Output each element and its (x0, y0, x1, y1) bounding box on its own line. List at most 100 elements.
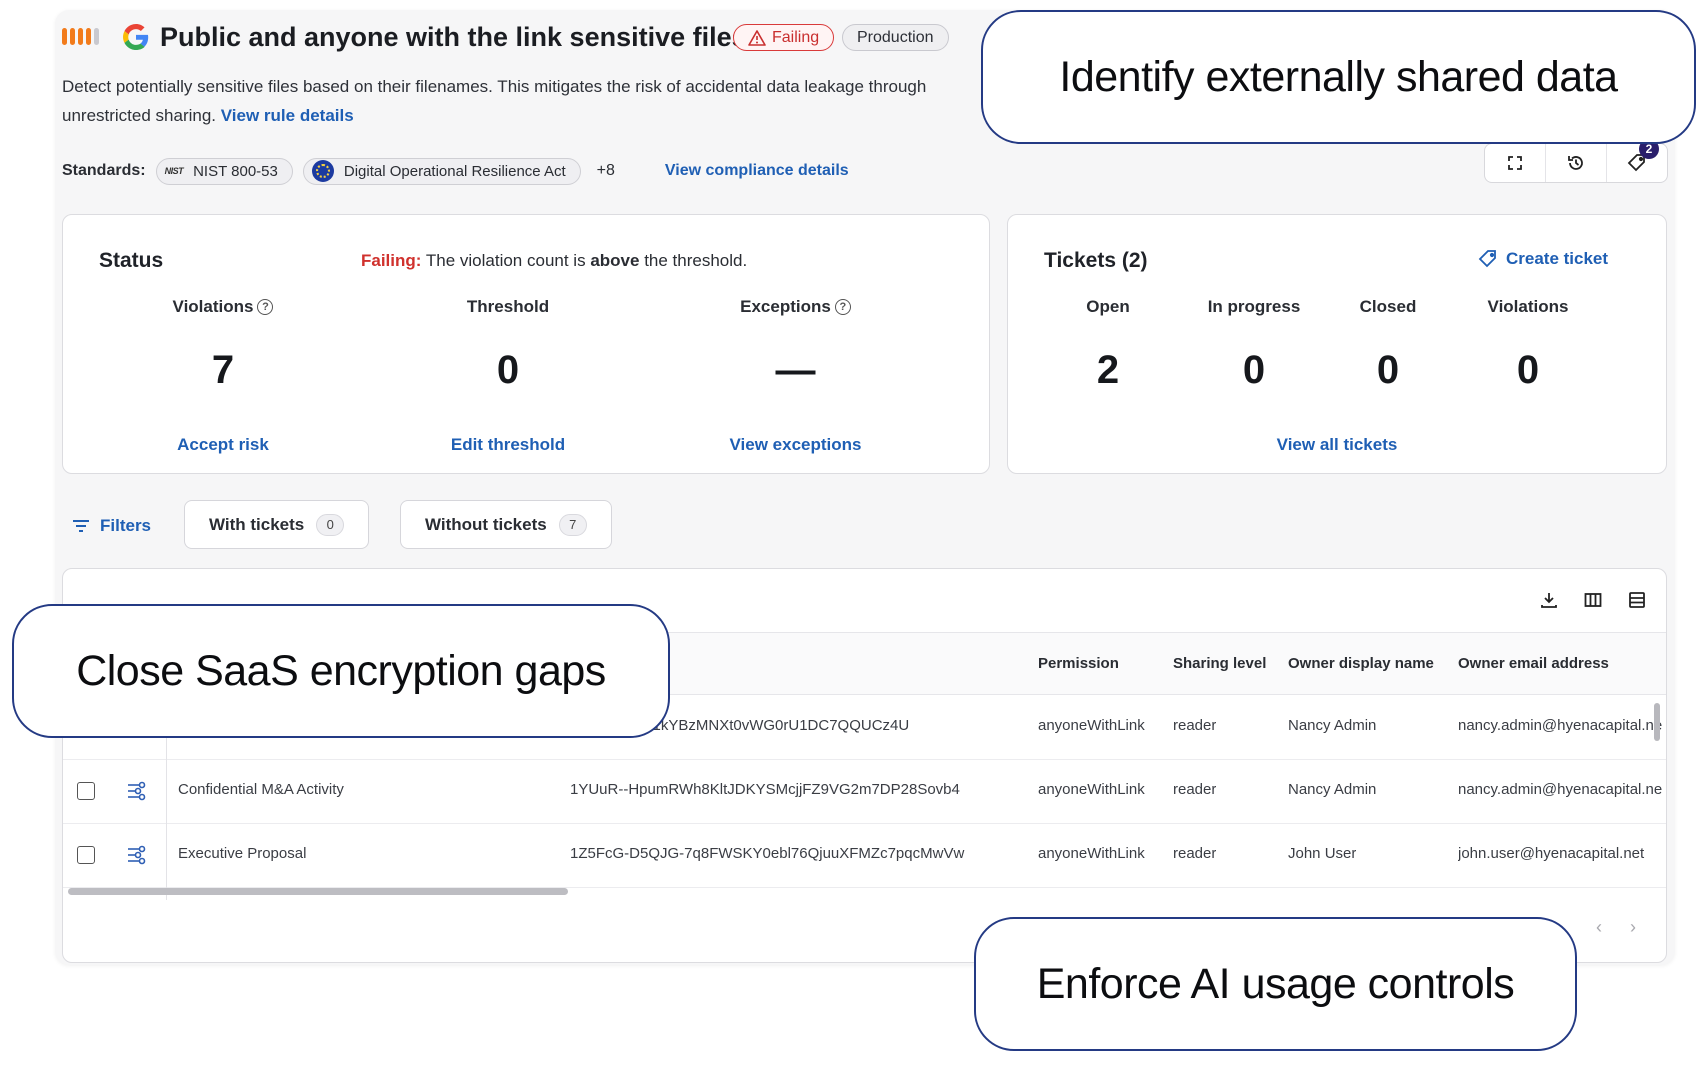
metric-value: 0 (1242, 348, 1266, 392)
callout-encryption-gaps: Close SaaS encryption gaps (12, 604, 670, 738)
status-message-bold: above (590, 251, 640, 270)
file-name: Executive Proposal (178, 845, 307, 862)
environment-badge: Production (842, 24, 949, 51)
edit-threshold-link[interactable]: Edit threshold (428, 435, 588, 455)
count-badge: 7 (558, 513, 587, 536)
permission: anyoneWithLink (1038, 717, 1145, 734)
file-id: 1YUuR--HpumRWh8KltJDKYSMcjjFZ9VG2m7DP28S… (570, 781, 960, 798)
metric-label: In progress (1207, 297, 1301, 316)
owner-name: Nancy Admin (1288, 717, 1377, 734)
history-button[interactable] (1546, 144, 1607, 182)
status-failing-label: Failing: (361, 251, 422, 270)
file-name: Confidential M&A Activity (178, 781, 344, 798)
view-rule-details-link[interactable]: View rule details (221, 106, 354, 125)
tags-button[interactable]: 2 (1607, 139, 1667, 182)
column-header[interactable]: Permission (1038, 655, 1119, 672)
filter-label: Without tickets (425, 514, 547, 534)
sharing-level: reader (1173, 717, 1217, 734)
google-icon (123, 24, 149, 50)
failing-badge: Failing (733, 24, 835, 51)
metric-label: Open (1086, 297, 1130, 316)
standard-name: NIST 800-53 (193, 162, 278, 180)
table-row[interactable]: Executive Proposal 1Z5FcG-D5QJG-7q8FWSKY… (63, 824, 1666, 888)
standard-name: Digital Operational Resilience Act (343, 162, 566, 180)
standard-chip-nist[interactable]: NIST NIST 800-53 (155, 157, 293, 185)
sharing-level: reader (1173, 781, 1217, 798)
table-toolbar (1540, 591, 1646, 609)
view-compliance-details-link[interactable]: View compliance details (665, 162, 849, 180)
help-icon[interactable]: ? (257, 299, 274, 315)
permission: anyoneWithLink (1038, 845, 1145, 862)
standards-label: Standards: (62, 162, 146, 179)
metric-violations: Violations? 7 Accept risk (143, 215, 303, 475)
owner-name: John User (1288, 845, 1357, 862)
expand-icon (1508, 156, 1522, 170)
permission: anyoneWithLink (1038, 781, 1145, 798)
view-exceptions-link[interactable]: View exceptions (713, 435, 878, 455)
header-toolbar: 2 (1484, 139, 1668, 183)
with-tickets-filter[interactable]: With tickets 0 (184, 500, 370, 549)
filters-label: Filters (100, 516, 152, 535)
metric-label: Violations (1487, 297, 1569, 316)
owner-email: nancy.admin@hyenacapital.ne (1458, 781, 1663, 798)
rule-description: Detect potentially sensitive files based… (62, 72, 942, 130)
previous-page-icon[interactable]: ‹ (1596, 917, 1602, 938)
rule-title: Public and anyone with the link sensitiv… (160, 22, 747, 52)
failing-label: Failing (772, 28, 820, 46)
accept-risk-link[interactable]: Accept risk (143, 435, 303, 455)
file-id: 1Z5FcG-D5QJG-7q8FWSKY0ebl76QjuuXFMZc7pqc… (570, 845, 965, 862)
view-all-tickets-link[interactable]: View all tickets (1008, 435, 1666, 455)
owner-email: john.user@hyenacapital.net (1458, 845, 1645, 862)
metric-label: Closed (1359, 297, 1417, 316)
metric-value: 2 (1096, 348, 1120, 392)
metric-value: 7 (211, 348, 235, 392)
history-icon (1568, 156, 1583, 170)
metric-exceptions: Exceptions? — View exceptions (713, 215, 878, 475)
status-panel: Status Failing: The violation count is a… (62, 214, 990, 474)
help-icon[interactable]: ? (834, 299, 851, 315)
filter-icon (73, 520, 89, 532)
metric-value: — (775, 348, 816, 392)
density-icon[interactable] (1628, 591, 1646, 609)
metric-value: 0 (1376, 348, 1400, 392)
count-badge: 0 (316, 513, 345, 536)
column-header[interactable]: Sharing level (1173, 655, 1266, 672)
columns-icon[interactable] (1584, 591, 1602, 609)
severity-indicator (62, 28, 99, 45)
download-icon[interactable] (1540, 591, 1558, 609)
without-tickets-filter[interactable]: Without tickets 7 (400, 500, 612, 549)
metric-value: 0 (496, 348, 520, 392)
owner-name: Nancy Admin (1288, 781, 1377, 798)
metric-label: Exceptions? (713, 297, 878, 317)
row-checkbox[interactable] (77, 782, 95, 800)
tickets-panel: Tickets (2) Create ticket Open 2 In prog… (1007, 214, 1667, 474)
owner-email: nancy.admin@hyenacapital.ne (1458, 717, 1663, 734)
metric-value: 0 (1516, 348, 1540, 392)
description-text: Detect potentially sensitive files based… (62, 77, 927, 125)
fullscreen-button[interactable] (1485, 144, 1546, 182)
nist-logo-icon: NIST (164, 166, 184, 176)
column-header[interactable]: Owner email address (1458, 655, 1609, 672)
metric-threshold: Threshold 0 Edit threshold (428, 215, 588, 475)
flow-icon[interactable] (125, 843, 149, 867)
callout-identify-shared-data: Identify externally shared data (981, 10, 1696, 144)
metric-label: Threshold (466, 297, 550, 316)
metric-label: Violations? (143, 297, 303, 317)
standard-chip-dora[interactable]: Digital Operational Resilience Act (302, 157, 581, 185)
filter-label: With tickets (209, 514, 305, 534)
vertical-scrollbar[interactable] (1654, 703, 1660, 741)
row-checkbox[interactable] (77, 846, 95, 864)
standards-row: Standards: NIST NIST 800-53 Digital Oper… (62, 157, 849, 185)
next-page-icon[interactable]: › (1630, 917, 1636, 938)
callout-ai-usage-controls: Enforce AI usage controls (974, 917, 1577, 1051)
warning-icon (748, 29, 766, 46)
sharing-level: reader (1173, 845, 1217, 862)
horizontal-scrollbar[interactable] (68, 888, 568, 895)
more-standards-count[interactable]: +8 (597, 162, 615, 180)
table-row[interactable]: Confidential M&A Activity 1YUuR--HpumRWh… (63, 760, 1666, 824)
filters-button[interactable]: Filters (72, 516, 151, 536)
pagination: ‹ › (1596, 917, 1636, 938)
eu-flag-icon (311, 160, 334, 182)
column-header[interactable]: Owner display name (1288, 655, 1434, 672)
flow-icon[interactable] (125, 779, 149, 803)
